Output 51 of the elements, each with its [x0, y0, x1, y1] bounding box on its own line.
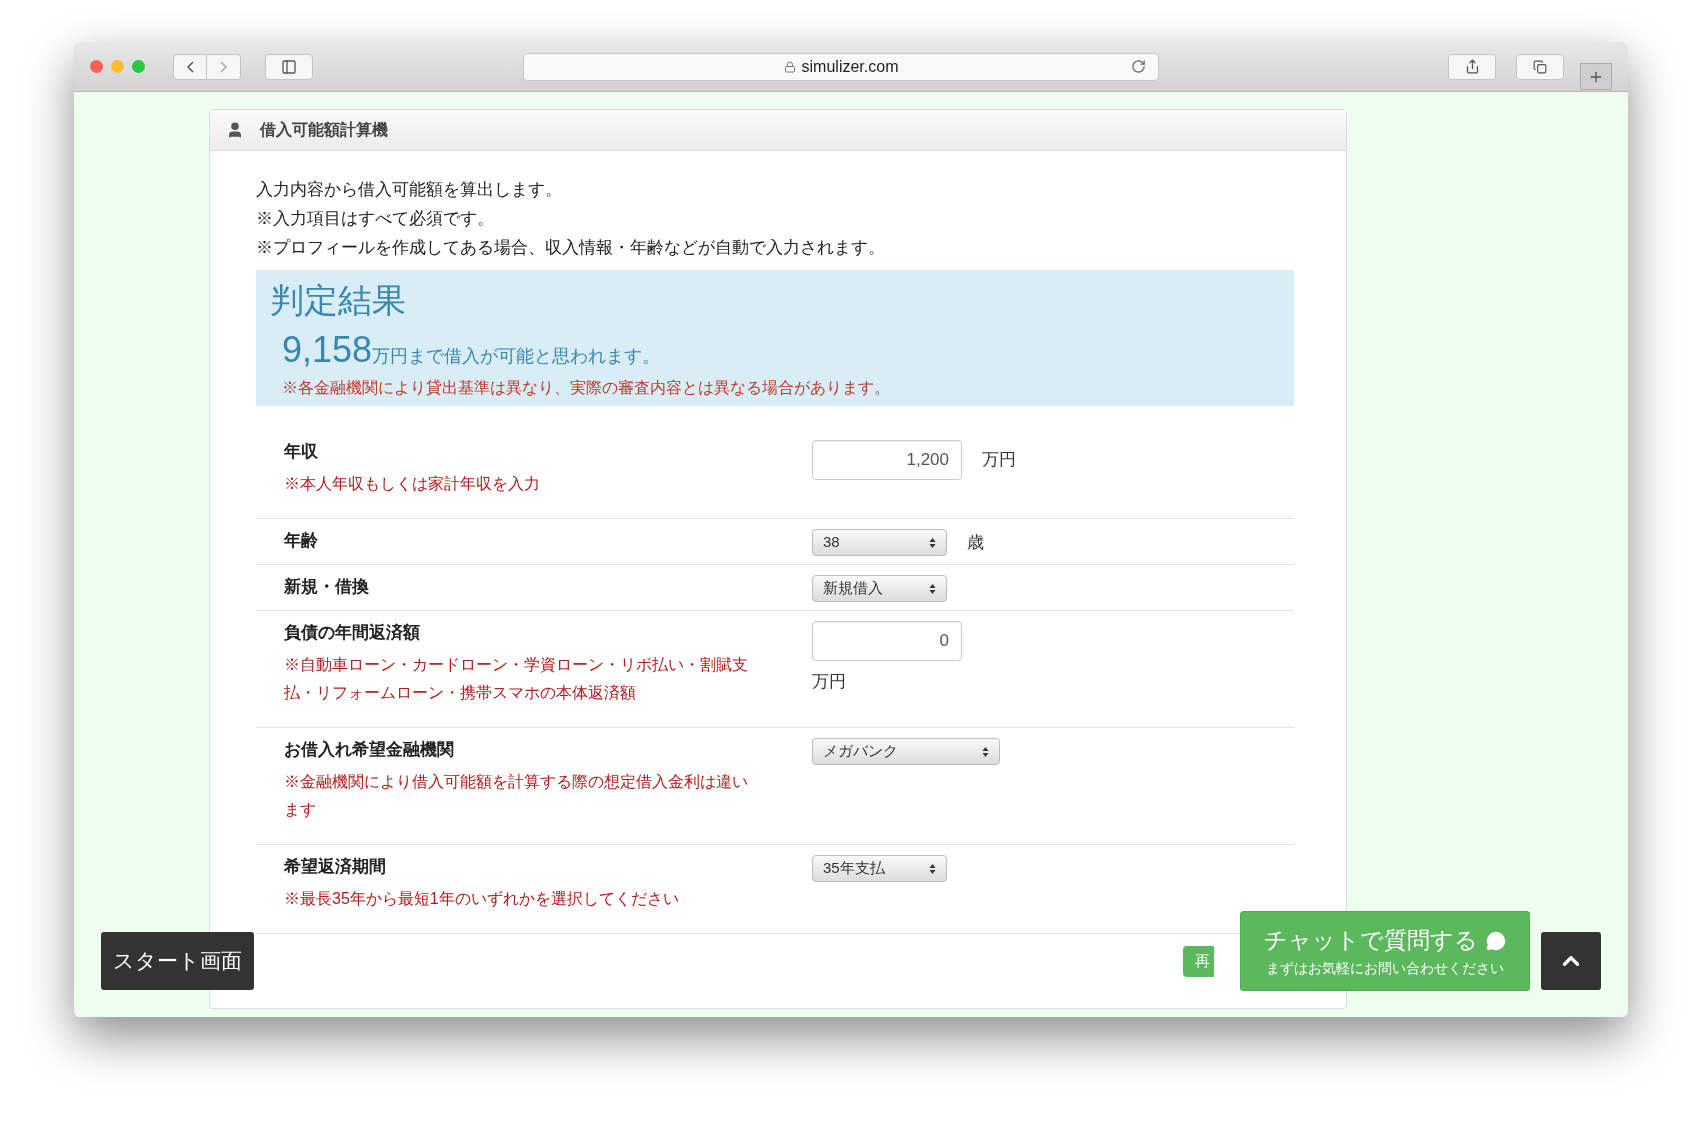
- select-arrows-icon: [929, 862, 936, 875]
- chevron-left-icon: [186, 60, 194, 73]
- unit-label: 万円: [982, 449, 1016, 472]
- forward-button[interactable]: [207, 53, 241, 80]
- number-field[interactable]: 1,200: [812, 440, 962, 480]
- tabs-icon: [1533, 59, 1547, 74]
- field-note: ※本人年収もしくは家計年収を入力: [284, 474, 541, 494]
- share-icon: [1464, 59, 1480, 74]
- field-label: 新規・借換: [284, 576, 370, 598]
- select-dropdown[interactable]: 35年支払: [812, 855, 947, 882]
- field-label: 年収: [284, 441, 319, 463]
- result-amount: 9,158: [282, 330, 373, 370]
- new-tab-button[interactable]: [1580, 63, 1612, 90]
- address-bar[interactable]: simulizer.com: [523, 52, 1159, 81]
- chat-bubble-icon: [1486, 930, 1506, 951]
- panel-title: 借入可能額計算機: [260, 120, 388, 140]
- result-heading: 判定結果: [270, 280, 407, 321]
- intro-text: ※プロフィールを作成してある場合、収入情報・年齢などが自動で入力されます。: [256, 237, 886, 259]
- sidebar-icon: [281, 58, 297, 75]
- select-arrows-icon: [929, 536, 936, 549]
- chevron-right-icon: [220, 60, 227, 73]
- field-note: ※最長35年から最短1年のいずれかを選択してください: [284, 889, 680, 909]
- chat-title: チャットで質問する: [1264, 926, 1478, 956]
- field-label: お借入れ希望金融機関: [284, 739, 455, 761]
- field-label: 負債の年間返済額: [284, 622, 421, 644]
- number-field[interactable]: 0: [812, 621, 962, 661]
- select-arrows-icon: [982, 745, 989, 758]
- field-label: 希望返済期間: [284, 856, 387, 878]
- field-label: 年齢: [284, 530, 319, 552]
- tabs-button[interactable]: [1516, 53, 1564, 80]
- sidebar-button[interactable]: [265, 53, 313, 80]
- lock-icon: [783, 60, 796, 73]
- field-note: ※自動車ローン・カードローン・学資ローン・リボ払い・割賦支払・リフォームローン・携帯スマホの本体返済額: [284, 655, 749, 703]
- select-dropdown[interactable]: 新規借入: [812, 575, 947, 602]
- select-arrows-icon: [929, 582, 936, 595]
- intro-text: ※入力項目はすべて必須です。: [256, 208, 495, 230]
- unit-label: 歳: [967, 531, 984, 554]
- field-note: ※金融機関により借入可能額を計算する際の想定借入金利は違います: [284, 772, 749, 820]
- unit-label: 万円: [812, 671, 847, 693]
- reload-icon: [1131, 59, 1146, 74]
- back-button[interactable]: [173, 53, 207, 80]
- select-dropdown[interactable]: 38: [812, 529, 947, 556]
- intro-text: 入力内容から借入可能額を算出します。: [256, 179, 563, 201]
- start-screen-button[interactable]: スタート画面: [101, 932, 254, 990]
- user-icon: [226, 121, 244, 139]
- select-dropdown[interactable]: メガバンク: [812, 738, 1000, 765]
- result-text: 万円まで借入が可能と思われます。: [372, 346, 661, 366]
- chat-subtitle: まずはお気軽にお問い合わせください: [1266, 958, 1504, 978]
- share-button[interactable]: [1448, 53, 1496, 80]
- scroll-top-button[interactable]: [1541, 932, 1601, 990]
- result-note: ※各金融機関により貸出基準は異なり、実際の審査内容とは異なる場合があります。: [281, 378, 891, 398]
